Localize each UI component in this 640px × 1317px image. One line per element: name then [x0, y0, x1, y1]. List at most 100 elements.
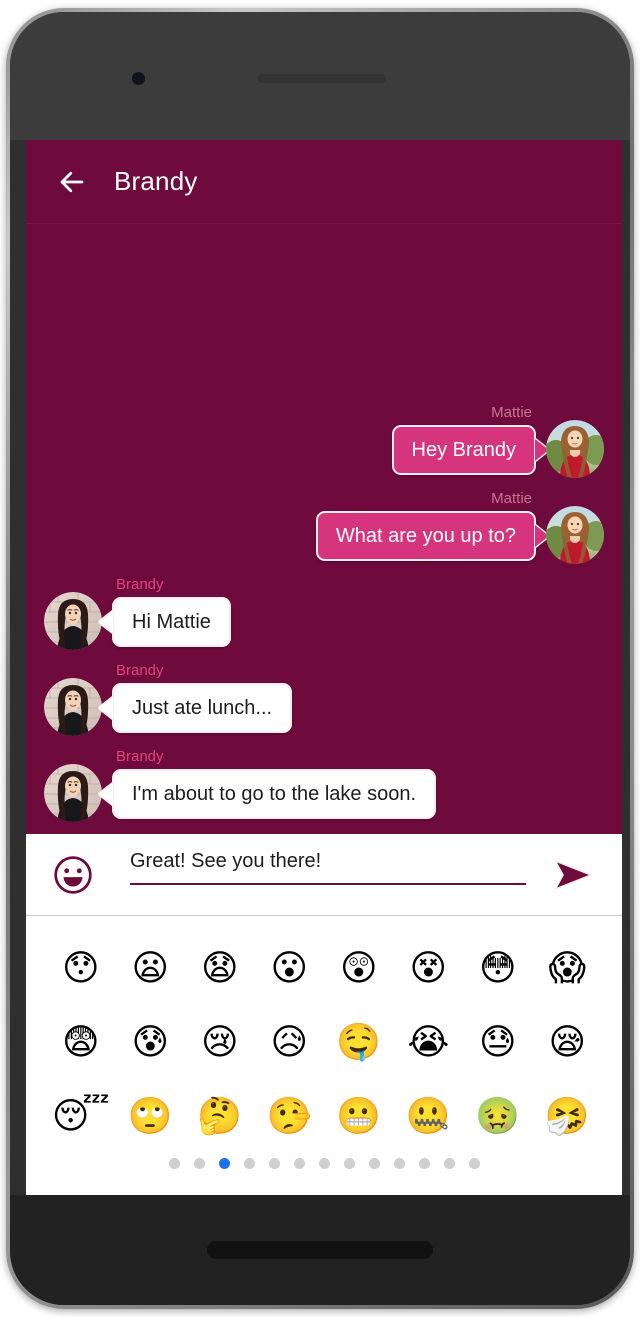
emoji-page-dot[interactable] — [294, 1158, 305, 1169]
page-title: Brandy — [114, 166, 198, 197]
emoji-key[interactable]: 😵 — [394, 951, 464, 987]
message-content: Mattie Hey Brandy — [392, 404, 537, 475]
message-sender-label: Brandy — [112, 748, 168, 765]
send-button[interactable] — [546, 849, 598, 901]
emoji-row: 😴 🙄 🤔 🤥 😬 🤐 🤢 🤧 — [46, 1080, 602, 1154]
message-content: Brandy I'm about to go to the lake soon. — [112, 748, 436, 819]
message-content: Brandy Just ate lunch... — [112, 662, 292, 733]
avatar[interactable] — [44, 592, 102, 650]
chat-message-list[interactable]: Mattie Hey Brandy — [26, 224, 622, 834]
emoji-key[interactable]: 😨 — [46, 1025, 116, 1061]
emoji-key[interactable]: 😬 — [324, 1099, 394, 1135]
phone-frame: Brandy Mattie Hey Brandy — [6, 8, 634, 1309]
emoji-page-dot[interactable] — [269, 1158, 280, 1169]
emoji-key[interactable]: 😭 — [394, 1025, 464, 1061]
message-bubble[interactable]: What are you up to? — [316, 511, 536, 561]
chat-message-row: Brandy Just ate lunch... — [44, 662, 604, 736]
emoji-key[interactable]: 🤤 — [324, 1025, 394, 1061]
emoji-key[interactable]: 🤧 — [533, 1099, 603, 1135]
emoji-row: 😨 😰 😢 😥 🤤 😭 😓 😪 — [46, 1006, 602, 1080]
emoji-keyboard-panel: 😯 😦 😧 😮 😲 😵 😳 😱 😨 😰 😢 😥 🤤 😭 — [26, 916, 622, 1202]
emoji-key[interactable]: 😳 — [463, 951, 533, 987]
emoji-key[interactable]: 😧 — [185, 951, 255, 987]
message-content: Brandy Hi Mattie — [112, 576, 231, 647]
emoji-key[interactable]: 😯 — [46, 951, 116, 987]
bubble-tail-icon — [99, 697, 113, 719]
emoji-page-dot[interactable] — [194, 1158, 205, 1169]
emoji-key[interactable]: 😓 — [463, 1025, 533, 1061]
send-arrow-icon — [547, 850, 597, 900]
emoji-pagination-dots — [46, 1158, 602, 1169]
front-camera-icon — [132, 72, 145, 85]
emoji-key[interactable]: 🤢 — [463, 1099, 533, 1135]
message-bubble-wrap: Hey Brandy — [392, 425, 537, 475]
message-input-bar — [26, 834, 622, 916]
emoji-page-dot[interactable] — [469, 1158, 480, 1169]
message-field-wrap — [130, 850, 526, 899]
emoji-key[interactable]: 😰 — [116, 1025, 186, 1061]
emoji-page-dot[interactable] — [244, 1158, 255, 1169]
chat-message-row: Mattie Hey Brandy — [44, 404, 604, 478]
emoji-key[interactable]: 😪 — [533, 1025, 603, 1061]
emoji-key[interactable]: 😱 — [533, 951, 603, 987]
emoji-key[interactable]: 😦 — [116, 951, 186, 987]
emoji-key[interactable]: 🤐 — [394, 1099, 464, 1135]
emoji-key[interactable]: 🤔 — [185, 1099, 255, 1135]
emoji-page-dot[interactable] — [444, 1158, 455, 1169]
message-sender-label: Mattie — [487, 404, 536, 421]
emoji-key[interactable]: 🤥 — [255, 1099, 325, 1135]
emoji-key[interactable]: 😲 — [324, 951, 394, 987]
message-content: Mattie What are you up to? — [316, 490, 536, 561]
emoji-key[interactable]: 😥 — [255, 1025, 325, 1061]
emoji-page-dot[interactable] — [319, 1158, 330, 1169]
arrow-left-icon — [57, 167, 87, 197]
emoji-page-dot[interactable] — [169, 1158, 180, 1169]
chat-message-row: Brandy Hi Mattie — [44, 576, 604, 650]
phone-body: Brandy Mattie Hey Brandy — [10, 12, 630, 1305]
emoji-page-dot[interactable] — [369, 1158, 380, 1169]
emoji-page-dot[interactable] — [344, 1158, 355, 1169]
emoji-page-dot[interactable] — [394, 1158, 405, 1169]
emoji-page-dot[interactable] — [419, 1158, 430, 1169]
emoji-row: 😯 😦 😧 😮 😲 😵 😳 😱 — [46, 932, 602, 1006]
message-bubble-wrap: Just ate lunch... — [112, 683, 292, 733]
bottom-speaker-icon — [207, 1241, 433, 1259]
emoji-page-dot[interactable] — [219, 1158, 230, 1169]
message-bubble[interactable]: Hey Brandy — [392, 425, 537, 475]
message-bubble[interactable]: Hi Mattie — [112, 597, 231, 647]
phone-screen: Brandy Mattie Hey Brandy — [26, 140, 622, 1203]
message-sender-label: Brandy — [112, 662, 168, 679]
message-bubble-wrap: Hi Mattie — [112, 597, 231, 647]
phone-bottom-bezel — [10, 1195, 630, 1305]
brandy-avatar-image — [44, 678, 102, 736]
bubble-tail-icon — [99, 611, 113, 633]
back-button[interactable] — [52, 162, 92, 202]
smiley-face-icon — [52, 854, 94, 896]
avatar[interactable] — [44, 764, 102, 822]
avatar[interactable] — [44, 678, 102, 736]
brandy-avatar-image — [44, 764, 102, 822]
emoji-key[interactable]: 😢 — [185, 1025, 255, 1061]
emoji-key[interactable]: 😮 — [255, 951, 325, 987]
message-sender-label: Mattie — [487, 490, 536, 507]
earpiece-speaker-icon — [258, 74, 386, 83]
chat-message-row: Brandy I'm about to go to the lake soon. — [44, 748, 604, 822]
avatar[interactable] — [546, 506, 604, 564]
bubble-tail-icon — [99, 783, 113, 805]
phone-top-bezel — [10, 12, 630, 140]
emoji-key[interactable]: 🙄 — [116, 1099, 186, 1135]
mattie-avatar-image — [546, 420, 604, 478]
message-sender-label: Brandy — [112, 576, 168, 593]
emoji-key[interactable]: 😴 — [46, 1099, 116, 1135]
avatar[interactable] — [546, 420, 604, 478]
message-bubble[interactable]: I'm about to go to the lake soon. — [112, 769, 436, 819]
message-bubble-wrap: What are you up to? — [316, 511, 536, 561]
message-bubble[interactable]: Just ate lunch... — [112, 683, 292, 733]
message-bubble-wrap: I'm about to go to the lake soon. — [112, 769, 436, 819]
mattie-avatar-image — [546, 506, 604, 564]
message-input[interactable] — [130, 850, 526, 885]
brandy-avatar-image — [44, 592, 102, 650]
emoji-toggle-button[interactable] — [50, 852, 96, 898]
app-bar: Brandy — [26, 140, 622, 224]
chat-message-row: Mattie What are you up to? — [44, 490, 604, 564]
